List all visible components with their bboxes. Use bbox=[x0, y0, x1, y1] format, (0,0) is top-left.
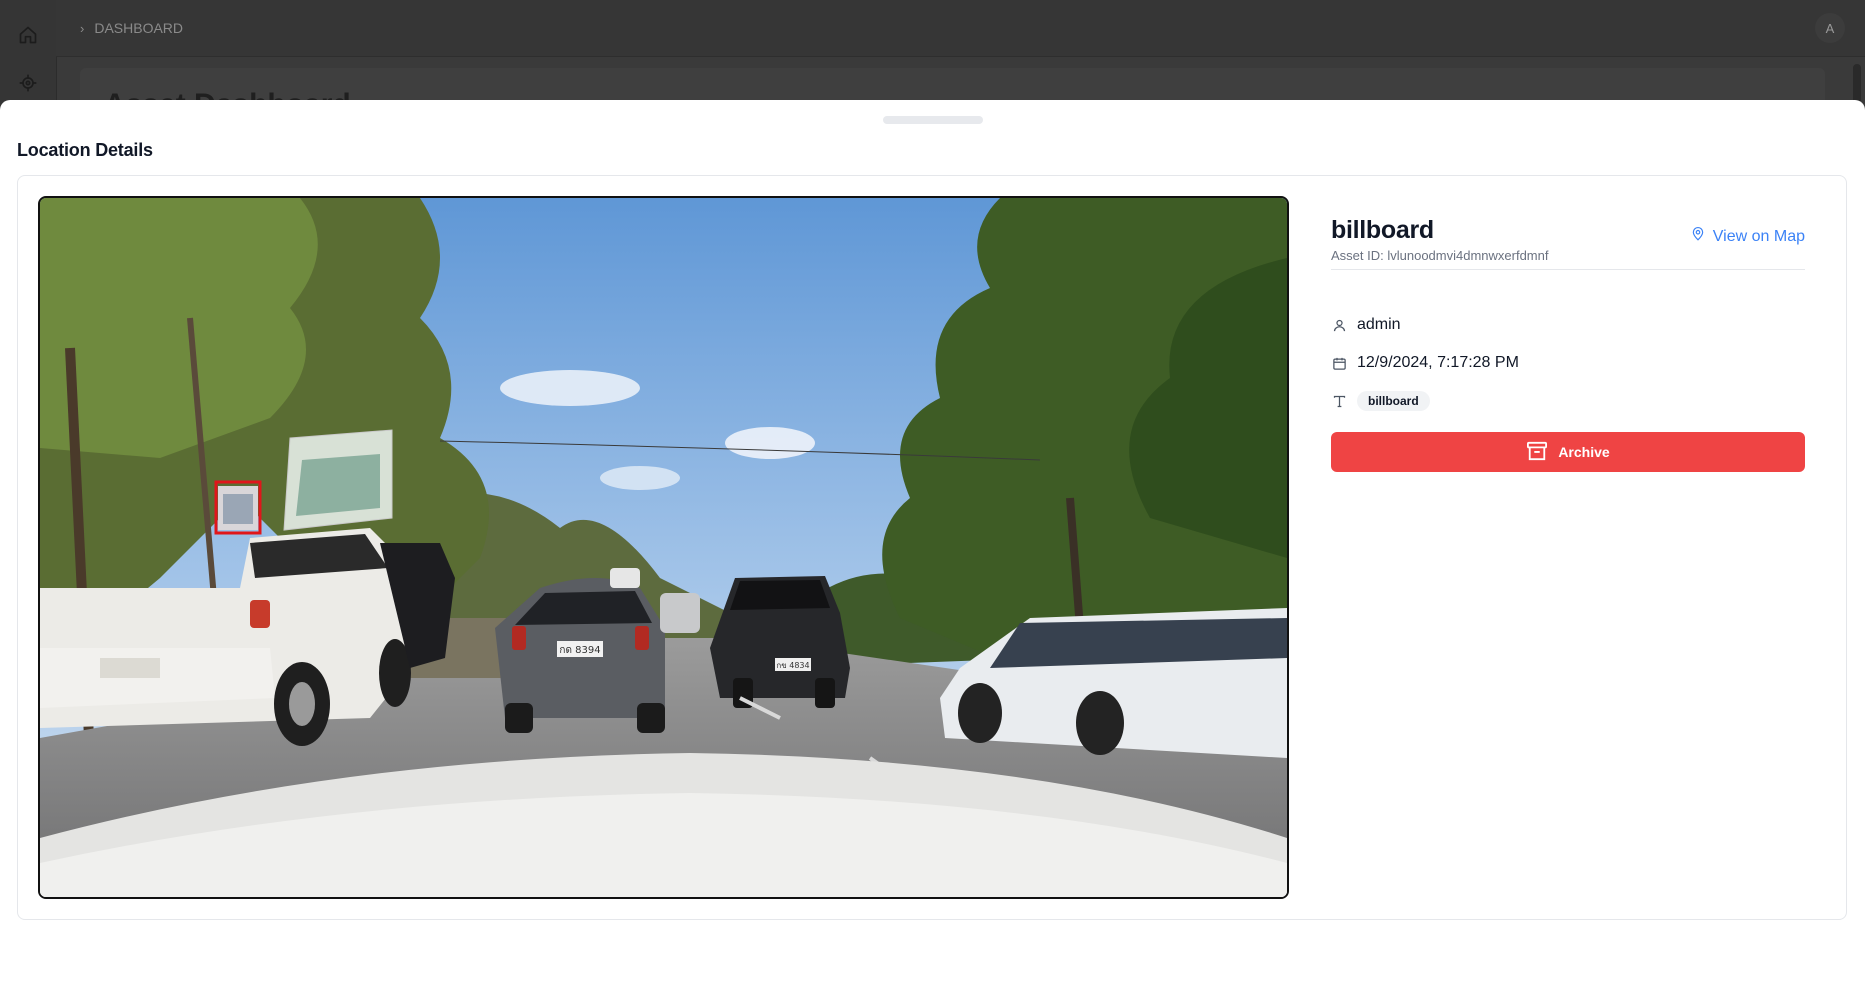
asset-details: billboard Asset ID: lvlunoodmvi4dmnwxerf… bbox=[1331, 216, 1805, 472]
scrollbar[interactable] bbox=[1853, 64, 1861, 104]
asset-type-row: billboard bbox=[1331, 390, 1805, 412]
breadcrumb-dashboard[interactable]: DASHBOARD bbox=[94, 20, 183, 36]
user-icon bbox=[1331, 317, 1347, 333]
asset-user-row: admin bbox=[1331, 314, 1805, 336]
view-on-map-label: View on Map bbox=[1712, 227, 1805, 245]
asset-photo: กด 8394 กข 4834 bbox=[38, 196, 1289, 899]
view-on-map-link[interactable]: View on Map bbox=[1691, 226, 1805, 247]
license-plate-left: กด 8394 bbox=[559, 645, 600, 656]
asset-timestamp: 12/9/2024, 7:17:28 PM bbox=[1357, 354, 1519, 371]
map-pin-icon bbox=[1691, 226, 1705, 247]
asset-date-row: 12/9/2024, 7:17:28 PM bbox=[1331, 352, 1805, 374]
avatar[interactable]: A bbox=[1815, 13, 1845, 43]
calendar-icon bbox=[1331, 355, 1347, 371]
drag-handle[interactable] bbox=[883, 116, 983, 124]
street-photo: กด 8394 กข 4834 bbox=[40, 198, 1287, 897]
asset-name: billboard bbox=[1331, 216, 1434, 244]
top-bar bbox=[56, 0, 1865, 57]
asset-id: Asset ID: lvlunoodmvi4dmnwxerfdmnf bbox=[1331, 248, 1549, 263]
type-tag: billboard bbox=[1357, 391, 1430, 411]
sheet-title: Location Details bbox=[17, 140, 153, 160]
type-icon bbox=[1331, 393, 1347, 409]
location-details-sheet: Location Details กด 8394 กข 4834 billboa… bbox=[0, 100, 1865, 1000]
chevron-right-icon: › bbox=[80, 20, 85, 36]
details-card: กด 8394 กข 4834 billboard Asset ID: lvlu… bbox=[17, 175, 1847, 920]
asset-user: admin bbox=[1357, 316, 1401, 333]
target-icon[interactable] bbox=[17, 72, 39, 94]
breadcrumb: › DASHBOARD bbox=[80, 20, 183, 36]
archive-icon bbox=[1526, 441, 1548, 464]
home-icon[interactable] bbox=[17, 24, 39, 46]
archive-button[interactable]: Archive bbox=[1331, 432, 1805, 472]
asset-header: billboard Asset ID: lvlunoodmvi4dmnwxerf… bbox=[1331, 216, 1805, 270]
license-plate-right: กข 4834 bbox=[776, 661, 809, 670]
archive-label: Archive bbox=[1558, 444, 1610, 460]
